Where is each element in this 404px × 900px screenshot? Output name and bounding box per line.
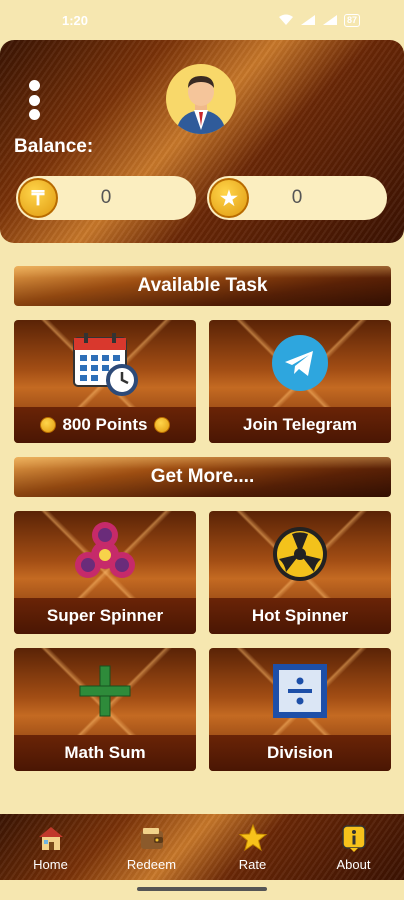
- nav-rate-label: Rate: [238, 857, 267, 872]
- nav-redeem-label: Redeem: [126, 857, 177, 872]
- math-sum-label-row: Math Sum: [14, 735, 196, 771]
- task-telegram-label: Join Telegram: [243, 415, 357, 434]
- division-label: Division: [266, 743, 334, 762]
- super-spinner-label: Super Spinner: [46, 606, 164, 625]
- coin-balance-pill: ★ 0: [207, 176, 387, 220]
- status-bar: 1:20 87: [0, 0, 404, 40]
- division-tile[interactable]: Division: [209, 648, 391, 771]
- available-task-title: Available Task: [137, 275, 268, 296]
- get-more-banner: Get More....: [14, 457, 391, 497]
- status-icons: 87: [278, 13, 360, 27]
- info-icon: [341, 825, 366, 852]
- coin-icon: [40, 417, 57, 433]
- calendar-clock-icon: [73, 333, 138, 396]
- math-sum-label: Math Sum: [64, 743, 146, 762]
- currency-coin-icon: ₸: [18, 178, 58, 218]
- header-card: Balance: ₸ 0 ★ 0: [0, 40, 404, 243]
- available-task-banner: Available Task: [14, 266, 391, 306]
- yellow-spinner-icon: [273, 527, 327, 581]
- task-telegram-label-row: Join Telegram: [209, 407, 391, 443]
- plus-icon: [79, 665, 131, 717]
- nav-home-label: Home: [33, 857, 68, 872]
- fidget-spinner-icon: [75, 522, 135, 578]
- hot-spinner-label-row: Hot Spinner: [209, 598, 391, 634]
- nav-about-label: About: [336, 857, 371, 872]
- user-avatar-icon: [176, 76, 226, 134]
- house-icon: [38, 827, 63, 850]
- star-icon: [238, 823, 267, 852]
- nav-about[interactable]: About: [314, 823, 394, 872]
- bottom-nav: Home Redeem Rate About: [0, 814, 404, 880]
- signal-icon: [300, 15, 315, 25]
- avatar[interactable]: [166, 64, 236, 134]
- wifi-icon: [278, 14, 293, 25]
- super-spinner-tile[interactable]: Super Spinner: [14, 511, 196, 634]
- division-icon: [273, 664, 327, 718]
- telegram-icon: [272, 335, 328, 391]
- wallet-icon: [140, 828, 163, 849]
- star-coin-icon: ★: [209, 178, 249, 218]
- menu-icon[interactable]: [26, 80, 42, 120]
- signal-icon-2: [322, 15, 337, 25]
- status-time: 1:20: [62, 12, 89, 28]
- nav-rate[interactable]: Rate: [213, 823, 293, 872]
- math-sum-tile[interactable]: Math Sum: [14, 648, 196, 771]
- hot-spinner-label: Hot Spinner: [251, 606, 349, 625]
- division-label-row: Division: [209, 735, 391, 771]
- nav-home[interactable]: Home: [11, 823, 91, 872]
- task-tile-telegram[interactable]: Join Telegram: [209, 320, 391, 443]
- task-points-label: 800 Points: [62, 415, 148, 434]
- currency-balance-pill: ₸ 0: [16, 176, 196, 220]
- nav-redeem[interactable]: Redeem: [112, 823, 192, 872]
- coin-icon: [153, 417, 170, 433]
- hot-spinner-tile[interactable]: Hot Spinner: [209, 511, 391, 634]
- task-tile-points[interactable]: 800 Points: [14, 320, 196, 443]
- task-points-label-row: 800 Points: [14, 407, 196, 443]
- balance-label: Balance:: [14, 136, 94, 157]
- battery-icon: 87: [343, 13, 360, 27]
- home-indicator[interactable]: [137, 887, 267, 891]
- super-spinner-label-row: Super Spinner: [14, 598, 196, 634]
- get-more-title: Get More....: [150, 466, 255, 487]
